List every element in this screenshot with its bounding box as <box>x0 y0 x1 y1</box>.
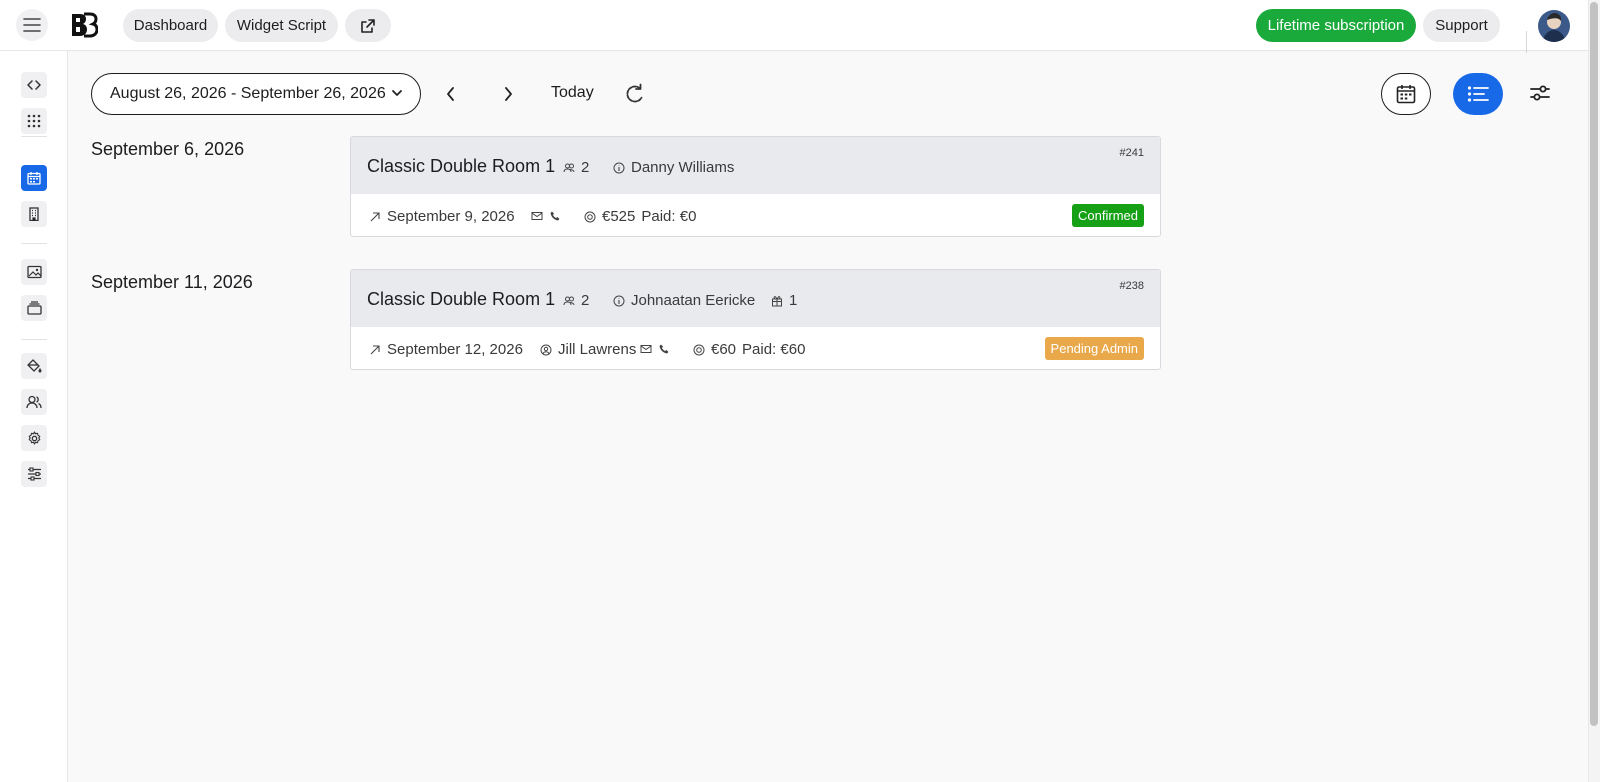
sidebar-divider <box>21 136 47 137</box>
scrollbar-thumb[interactable] <box>1590 2 1598 726</box>
sidebar-item-design[interactable] <box>21 353 47 379</box>
menu-button[interactable] <box>16 9 48 41</box>
booking-reference: #238 <box>1119 280 1144 292</box>
coin-icon <box>584 211 596 222</box>
email-icon[interactable] <box>531 210 543 222</box>
booking-reference: #241 <box>1119 147 1144 159</box>
gift-icon <box>772 295 782 306</box>
extra-count-value: 1 <box>789 292 798 309</box>
avatar[interactable] <box>1538 10 1570 42</box>
coin-icon <box>693 344 705 355</box>
paint-bucket-icon <box>26 358 41 372</box>
arrow-up-right-icon <box>370 344 380 354</box>
phone-icon[interactable] <box>549 210 561 222</box>
guest-count-value: 2 <box>581 159 590 176</box>
phone-icon[interactable] <box>658 343 670 355</box>
chevron-down-icon <box>392 90 402 96</box>
support-button[interactable]: Support <box>1423 9 1500 42</box>
sliders-icon <box>27 467 41 481</box>
next-range-button[interactable] <box>496 82 520 106</box>
booking-card[interactable]: Classic Double Room 1 2 Danny Williams #… <box>350 136 1161 237</box>
paid-value: Paid: €0 <box>641 208 697 225</box>
guests-icon <box>563 296 575 305</box>
grid-icon <box>27 114 41 128</box>
status-badge: Pending Admin <box>1044 337 1144 360</box>
open-external-button[interactable] <box>345 9 391 42</box>
layers-icon <box>26 301 42 315</box>
divider <box>1526 31 1527 53</box>
sidebar-divider <box>21 243 47 244</box>
sidebar-item-calendar[interactable] <box>21 165 47 191</box>
price-value: €60 <box>711 341 737 358</box>
code-icon <box>27 80 41 90</box>
user-circle-icon <box>540 344 552 355</box>
status-badge: Confirmed <box>1072 204 1144 227</box>
guest-name-value: Danny Williams <box>631 159 735 176</box>
sidebar-item-media[interactable] <box>21 259 47 285</box>
list-icon <box>1467 86 1489 102</box>
contact-person-value: Jill Lawrens <box>558 341 637 358</box>
prev-range-button[interactable] <box>439 82 463 106</box>
guest-count: 2 <box>563 292 589 309</box>
booking-card-header: Classic Double Room 1 2 Danny Williams #… <box>351 137 1160 194</box>
hamburger-icon <box>23 18 41 32</box>
price-value: €525 <box>602 208 636 225</box>
guest-name-value: Johnaatan Eericke <box>631 292 756 309</box>
list-view-button[interactable] <box>1453 73 1503 115</box>
guest-count: 2 <box>563 159 589 176</box>
building-icon <box>29 207 39 221</box>
image-icon <box>26 265 42 279</box>
date-range-text: August 26, 2026 - September 26, 2026 <box>110 85 386 102</box>
chevron-right-icon <box>505 87 512 101</box>
price-info: €60 Paid: €60 <box>693 341 805 358</box>
sidebar-item-preferences[interactable] <box>21 461 47 487</box>
brand-logo[interactable] <box>70 12 98 38</box>
arrow-up-right-icon <box>370 211 380 221</box>
refresh-icon[interactable] <box>623 82 647 106</box>
dashboard-button[interactable]: Dashboard <box>123 9 218 42</box>
guest-count-value: 2 <box>581 292 590 309</box>
contact-person: Jill Lawrens <box>540 341 636 358</box>
booking-card[interactable]: Classic Double Room 1 2 Johnaatan Eerick… <box>350 269 1161 370</box>
calendar-icon <box>1396 85 1416 104</box>
email-icon[interactable] <box>640 343 652 355</box>
booking-card-header: Classic Double Room 1 2 Johnaatan Eerick… <box>351 270 1160 327</box>
sidebar-item-apps[interactable] <box>21 108 47 134</box>
calendar-icon <box>27 172 41 185</box>
day-heading: September 11, 2026 <box>91 272 253 292</box>
extra-count: 1 <box>771 292 797 309</box>
sidebar-item-property[interactable] <box>21 201 47 227</box>
external-link-icon <box>361 18 375 33</box>
guests-icon <box>563 163 575 172</box>
users-icon <box>26 395 42 409</box>
filter-sliders-icon[interactable] <box>1528 81 1552 105</box>
price-info: €525 Paid: €0 <box>584 208 696 225</box>
widget-script-button[interactable]: Widget Script <box>225 9 338 42</box>
day-heading: September 6, 2026 <box>91 139 245 159</box>
sidebar-item-code[interactable] <box>21 72 47 98</box>
sidebar-item-settings[interactable] <box>21 425 47 451</box>
paid-value: Paid: €60 <box>742 341 806 358</box>
top-bar: Dashboard Widget Script Lifetime subscri… <box>0 0 1588 53</box>
checkout-date: September 12, 2026 <box>369 341 523 358</box>
info-icon <box>613 162 625 173</box>
sidebar-divider <box>21 339 47 340</box>
info-icon <box>613 295 625 306</box>
checkout-date-value: September 9, 2026 <box>387 208 515 225</box>
guest-name: Johnaatan Eericke <box>613 292 755 309</box>
sidebar-item-users[interactable] <box>21 389 47 415</box>
today-button[interactable]: Today <box>551 84 594 102</box>
room-name: Classic Double Room 1 <box>367 289 556 309</box>
lifetime-subscription-button[interactable]: Lifetime subscription <box>1256 9 1416 42</box>
sidebar <box>0 51 68 782</box>
date-range-picker[interactable]: August 26, 2026 - September 26, 2026 <box>91 73 421 115</box>
checkout-date-value: September 12, 2026 <box>387 341 523 358</box>
checkout-date: September 9, 2026 <box>369 208 515 225</box>
guest-name: Danny Williams <box>613 159 734 176</box>
chevron-left-icon <box>447 87 454 101</box>
room-name: Classic Double Room 1 <box>367 156 556 176</box>
calendar-view-button[interactable] <box>1381 73 1431 115</box>
gear-icon <box>28 430 40 445</box>
sidebar-item-rooms[interactable] <box>21 295 47 321</box>
